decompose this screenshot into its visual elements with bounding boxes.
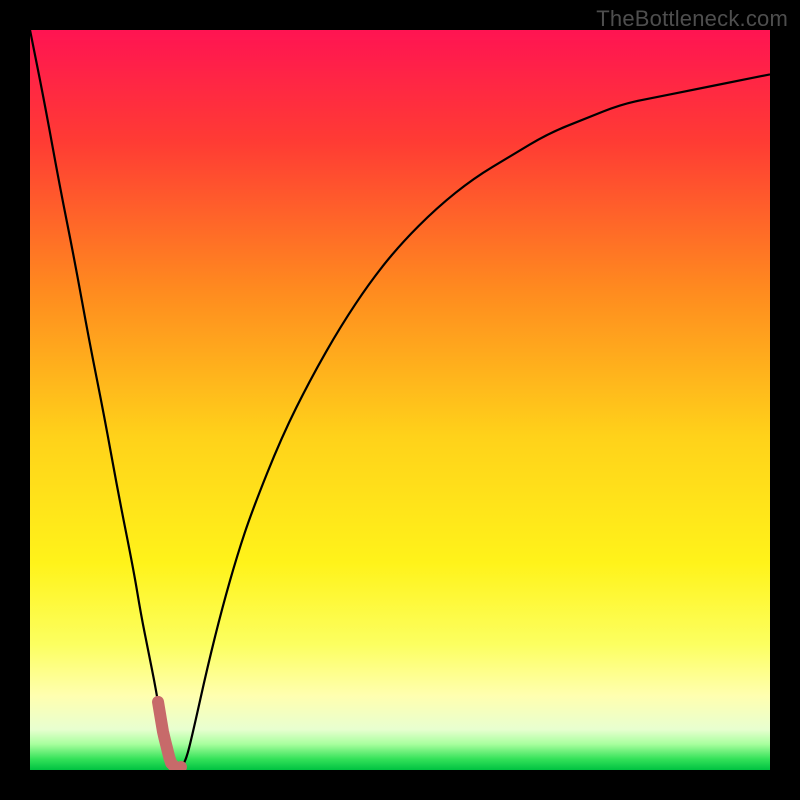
watermark-label: TheBottleneck.com [596, 6, 788, 32]
notch-marker [158, 702, 181, 770]
plot-area [30, 30, 770, 770]
bottleneck-curve [30, 30, 770, 768]
chart-container: TheBottleneck.com [0, 0, 800, 800]
curve-layer [30, 30, 770, 770]
